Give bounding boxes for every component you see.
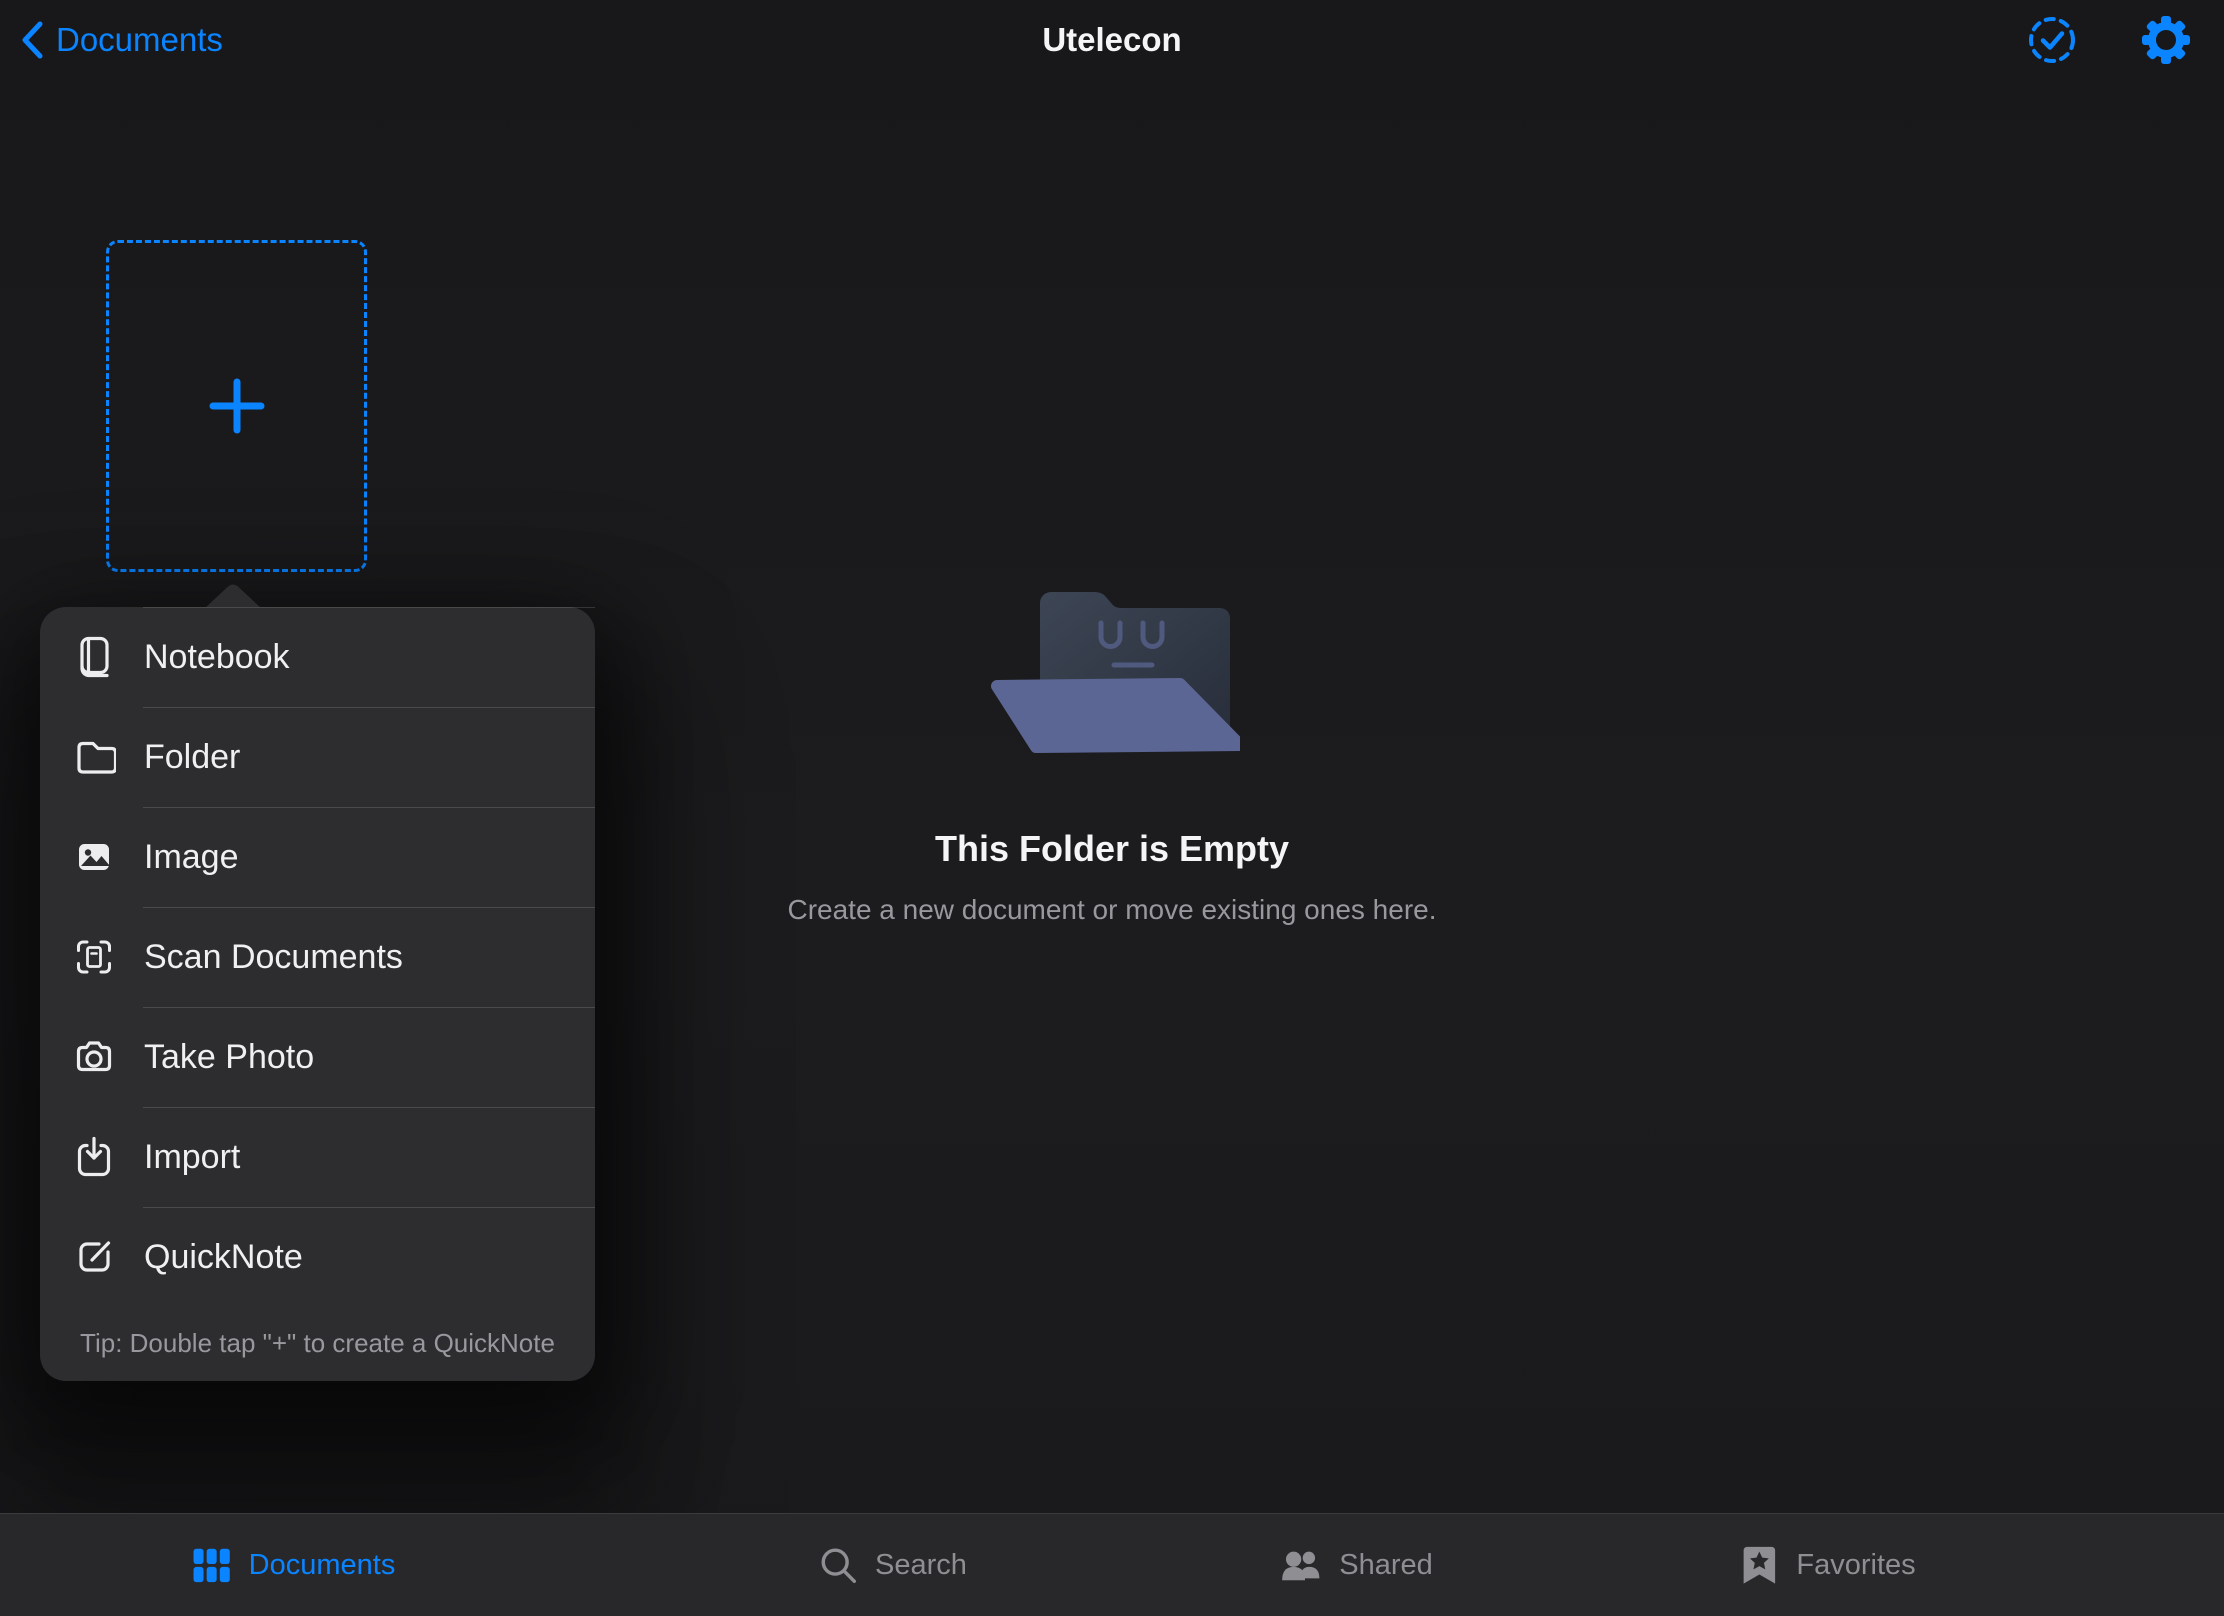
tab-label: Documents bbox=[249, 1549, 396, 1582]
menu-item-label: QuickNote bbox=[144, 1238, 303, 1277]
settings-button[interactable] bbox=[2140, 14, 2192, 66]
search-icon bbox=[817, 1544, 859, 1586]
settings-gear-icon bbox=[2140, 14, 2192, 66]
menu-item-quicknote[interactable]: QuickNote bbox=[40, 1207, 595, 1307]
chevron-left-icon bbox=[20, 20, 44, 60]
plus-icon bbox=[205, 374, 269, 438]
menu-item-label: Scan Documents bbox=[144, 938, 403, 977]
menu-item-label: Folder bbox=[144, 738, 240, 777]
folder-icon bbox=[68, 735, 120, 779]
quicknote-icon bbox=[68, 1235, 120, 1279]
tab-bar: Documents Search Shared bbox=[0, 1513, 2224, 1616]
menu-item-take-photo[interactable]: Take Photo bbox=[40, 1007, 595, 1107]
empty-state-subtitle: Create a new document or move existing o… bbox=[0, 894, 2224, 926]
new-document-tile[interactable] bbox=[106, 240, 367, 572]
popover-arrow bbox=[205, 584, 261, 608]
tab-label: Shared bbox=[1339, 1549, 1433, 1582]
menu-item-notebook[interactable]: Notebook bbox=[40, 607, 595, 707]
menu-item-label: Notebook bbox=[144, 638, 290, 677]
back-button-label: Documents bbox=[56, 21, 223, 59]
select-checkmark-icon bbox=[2026, 14, 2078, 66]
empty-folder-illustration bbox=[986, 575, 1240, 755]
shared-people-icon bbox=[1279, 1544, 1323, 1586]
tab-shared[interactable]: Shared bbox=[1279, 1514, 1433, 1616]
documents-grid-icon bbox=[191, 1544, 233, 1586]
quicknote-tip-text: Tip: Double tap "+" to create a QuickNot… bbox=[40, 1307, 595, 1379]
notebook-icon bbox=[68, 635, 120, 679]
page-title: Utelecon bbox=[1042, 0, 1181, 80]
menu-item-import[interactable]: Import bbox=[40, 1107, 595, 1207]
scan-documents-icon bbox=[68, 935, 120, 979]
new-document-popover: Notebook Folder Image bbox=[40, 607, 595, 1381]
back-button[interactable]: Documents bbox=[20, 0, 223, 80]
app-screen: Documents Utelecon bbox=[0, 0, 2224, 1616]
menu-item-folder[interactable]: Folder bbox=[40, 707, 595, 807]
menu-item-label: Take Photo bbox=[144, 1038, 314, 1077]
import-icon bbox=[68, 1135, 120, 1179]
tab-label: Search bbox=[875, 1549, 967, 1582]
menu-item-label: Import bbox=[144, 1138, 240, 1177]
tab-search[interactable]: Search bbox=[817, 1514, 967, 1616]
tab-favorites[interactable]: Favorites bbox=[1738, 1514, 1915, 1616]
tab-documents[interactable]: Documents bbox=[191, 1514, 396, 1616]
select-documents-button[interactable] bbox=[2026, 14, 2078, 66]
top-navigation-bar: Documents Utelecon bbox=[0, 0, 2224, 80]
favorites-bookmark-icon bbox=[1738, 1544, 1780, 1586]
camera-icon bbox=[68, 1035, 120, 1079]
empty-state-title: This Folder is Empty bbox=[0, 828, 2224, 870]
tab-label: Favorites bbox=[1796, 1549, 1915, 1582]
